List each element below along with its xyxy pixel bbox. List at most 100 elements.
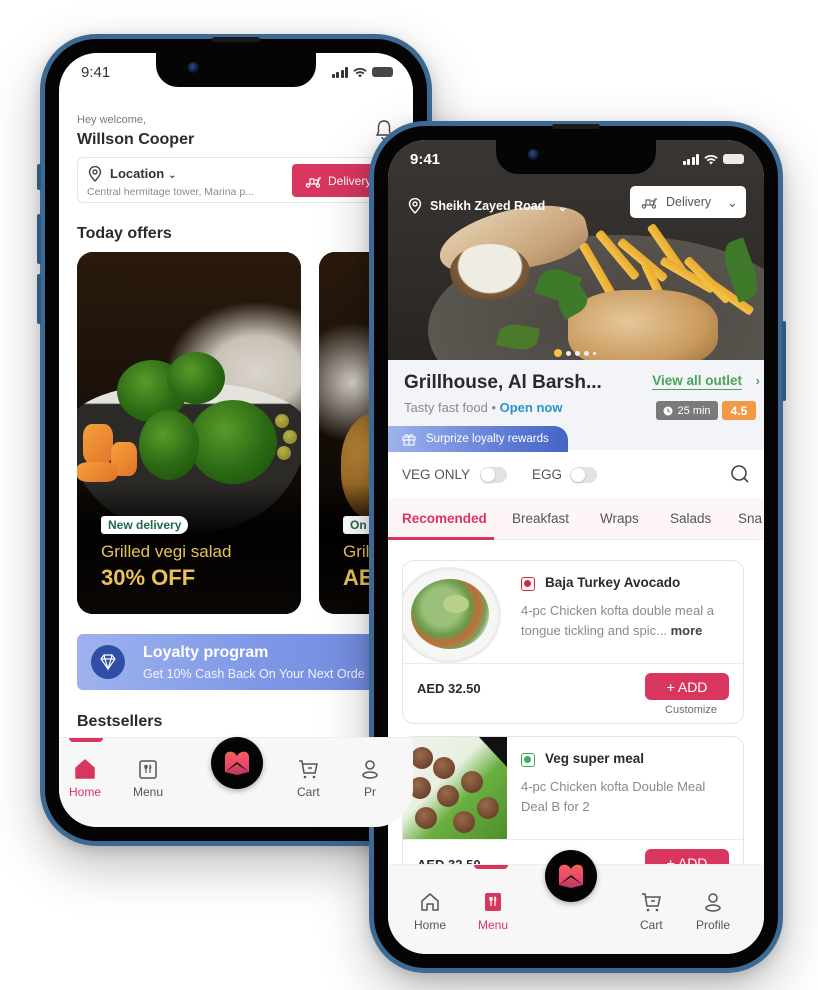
wifi-icon [704, 154, 718, 164]
item-image [403, 737, 507, 839]
notch [156, 53, 316, 87]
tab-label: Pr [364, 785, 376, 799]
loyalty-rewards-tab[interactable]: Surprize loyalty rewards [388, 426, 568, 452]
filter-row: VEG ONLY EGG [388, 452, 764, 498]
chevron-down-icon: ⌄ [557, 199, 568, 214]
home-icon [421, 893, 439, 911]
tab-label: Home [414, 918, 447, 932]
loyalty-subtitle: Get 10% Cash Back On Your Next Orde [143, 667, 365, 681]
loyalty-rewards-label: Surprize loyalty rewards [426, 433, 549, 445]
egg-label: EGG [532, 467, 563, 482]
offers-carousel[interactable]: New delivery Grilled vegi salad 30% OFF … [77, 252, 413, 614]
restaurant-category: Tasty fast food [404, 400, 488, 415]
tab-wraps[interactable]: Wraps [600, 511, 639, 526]
gift-icon [402, 434, 416, 446]
item-price: AED 32.50 [417, 681, 481, 696]
location-address: Central hermitage tower, Marina p... [87, 186, 254, 198]
profile-icon [705, 893, 721, 912]
location-label: Location [110, 166, 165, 181]
bestsellers-title: Bestsellers [77, 713, 163, 730]
active-tab-indicator [69, 738, 103, 742]
carousel-dot-active[interactable] [554, 349, 562, 357]
chevron-down-icon: ⌄ [168, 170, 177, 181]
carousel-dot[interactable] [575, 350, 580, 356]
brand-home-button[interactable] [545, 850, 597, 902]
mute-switch [37, 164, 41, 190]
location-label: Sheikh Zayed Road [430, 199, 546, 213]
view-all-outlets-link[interactable]: View all outlet [652, 373, 742, 390]
add-to-cart-button[interactable]: + ADD [645, 673, 729, 700]
separator-dot: • [491, 400, 500, 415]
carousel-dot[interactable] [593, 351, 596, 355]
tab-cart[interactable]: Cart [640, 891, 663, 932]
customize-label[interactable]: Customize [665, 704, 717, 716]
chevron-right-icon[interactable]: › [756, 373, 760, 388]
pea-image [283, 430, 297, 444]
location-selector[interactable]: Location ⌄ Central hermitage tower, Marin… [77, 157, 413, 203]
tab-menu[interactable]: Menu [133, 758, 163, 799]
status-icons [682, 153, 744, 165]
eta-badge: 25 min [656, 401, 718, 420]
tab-label: Home [69, 785, 102, 799]
battery-icon [723, 154, 744, 164]
carousel-dots [554, 349, 596, 357]
tab-menu[interactable]: Menu [478, 891, 508, 932]
delivery-mode-button[interactable]: Delivery ⌄ [630, 186, 746, 218]
cart-icon [299, 760, 319, 779]
search-icon[interactable] [730, 464, 750, 484]
today-offers-title: Today offers [77, 225, 172, 242]
tab-salads[interactable]: Salads [670, 511, 711, 526]
tab-profile[interactable]: Pr [359, 758, 381, 799]
brand-home-button[interactable] [211, 737, 263, 789]
tab-label: Menu [133, 785, 164, 799]
item-name: Veg super meal [545, 751, 645, 766]
offer-card[interactable]: New delivery Grilled vegi salad 30% OFF [77, 252, 301, 614]
tab-snacks[interactable]: Sna [738, 511, 762, 526]
location-selector[interactable]: Sheikh Zayed Road ⌄ [408, 198, 568, 214]
offer-name: Grilled vegi salad [101, 542, 232, 561]
tab-label: Cart [640, 918, 663, 932]
carousel-dot[interactable] [584, 350, 589, 356]
carousel-dot[interactable] [566, 350, 571, 356]
tab-cart[interactable]: Cart [297, 758, 320, 799]
active-tab-indicator [474, 865, 508, 869]
status-icons [331, 66, 393, 78]
tab-breakfast[interactable]: Breakfast [512, 511, 569, 526]
front-camera [188, 62, 199, 73]
home-screen: 9:41 Hey welcome, Willson Cooper Locatio… [59, 53, 413, 827]
tab-home[interactable]: Home [414, 891, 446, 932]
cart-icon [642, 893, 662, 912]
open-status: Open now [499, 400, 563, 415]
rating-badge: 4.5 [722, 401, 756, 420]
tab-recomended[interactable]: Recomended [402, 511, 487, 526]
scooter-icon [641, 198, 657, 209]
volume-down-button [37, 274, 41, 324]
user-name: Willson Cooper [77, 131, 195, 148]
veg-only-toggle[interactable] [480, 467, 507, 483]
offer-deal: 30% OFF [101, 565, 196, 590]
power-button [782, 321, 786, 401]
profile-icon [362, 760, 378, 779]
restaurant-name: Grillhouse, Al Barsh... [404, 372, 602, 393]
tab-home[interactable]: Home [69, 758, 101, 799]
more-link[interactable]: more [671, 623, 703, 638]
loyalty-title: Loyalty program [143, 644, 269, 661]
wifi-icon [353, 67, 367, 77]
item-description: 4-pc Chicken kofta Double Meal Deal B fo… [521, 779, 706, 814]
menu-item-card[interactable]: Baja Turkey Avocado 4-pc Chicken kofta d… [402, 560, 744, 724]
restaurant-menu-screen: 9:41 Sheikh Zayed Road ⌄ Delivery ⌄ Gril… [388, 140, 764, 954]
signal-icon [331, 66, 348, 78]
tab-profile[interactable]: Profile [696, 891, 730, 932]
loyalty-program-banner[interactable]: Loyalty program Get 10% Cash Back On You… [77, 634, 413, 690]
restaurant-subtitle: Tasty fast food • Open now [404, 400, 562, 415]
egg-toggle[interactable] [570, 467, 597, 483]
dip-bowl-image [450, 244, 530, 300]
broccoli-image [167, 352, 225, 404]
offer-badge: New delivery [101, 516, 189, 534]
carrot-image [83, 424, 113, 464]
volume-up-button [37, 214, 41, 264]
chevron-down-icon: ⌄ [727, 195, 738, 210]
eta-text: 25 min [677, 404, 711, 417]
category-tabs: Recomended Breakfast Wraps Salads Sna [388, 498, 764, 540]
restaurant-info: Grillhouse, Al Barsh... Tasty fast food … [388, 360, 764, 452]
